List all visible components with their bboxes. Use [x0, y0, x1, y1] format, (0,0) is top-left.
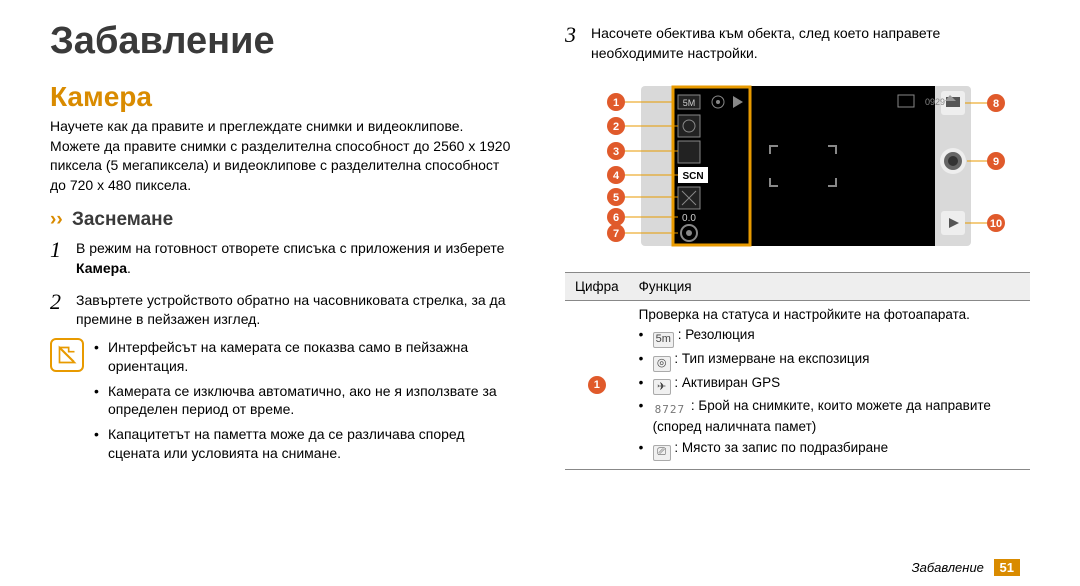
storage-icon: ⎚ — [653, 445, 671, 461]
func-item: 5m : Резолюция — [639, 326, 1020, 348]
chevron-icon: ›› — [50, 209, 63, 230]
func-item: ⎚ : Място за запис по подразбиране — [639, 439, 1020, 461]
func-item: ✈ : Активиран GPS — [639, 374, 1020, 396]
page-footer: Забавление 51 — [50, 559, 1030, 576]
row-intro: Проверка на статуса и настройките на фот… — [639, 307, 1020, 322]
step-2: 2 Завъртете устройството обратно на часо… — [50, 287, 515, 330]
callout-7: 7 — [612, 228, 618, 240]
intro-text: Научете как да правите и преглеждате сни… — [50, 117, 515, 195]
table-row: 1 Проверка на статуса и настройките на ф… — [565, 301, 1030, 469]
step-number: 1 — [50, 235, 68, 278]
note-box: Интерфейсът на камерата се показва само … — [50, 338, 515, 469]
page-number: 51 — [994, 559, 1020, 576]
step-3: 3 Насочете обектива към обекта, след кое… — [565, 20, 1030, 63]
callout-5: 5 — [612, 192, 618, 204]
callout-8: 8 — [992, 98, 998, 110]
resolution-icon: 5m — [653, 332, 674, 348]
camera-ui-diagram: 5M SCN 0.0 — [578, 71, 1018, 264]
metering-icon: ◎ — [653, 356, 671, 372]
callout-3: 3 — [612, 146, 618, 158]
note-item: Камерата се изключва автоматично, ако не… — [94, 382, 505, 420]
callout-9: 9 — [992, 156, 998, 168]
gps-icon: ✈ — [653, 379, 671, 395]
sub-heading: ›› Заснемане — [50, 209, 515, 231]
exposure-value: 0.0 — [682, 213, 696, 224]
note-icon — [50, 338, 84, 372]
table-head-function: Функция — [629, 273, 1030, 301]
sub-heading-text: Заснемане — [72, 209, 173, 230]
row-number-badge: 1 — [588, 376, 606, 394]
step-body: Насочете обектива към обекта, след което… — [591, 20, 1030, 63]
note-item: Интерфейсът на камерата се показва само … — [94, 338, 505, 376]
table-head-number: Цифра — [565, 273, 629, 301]
step-body: В режим на готовност отворете списъка с … — [76, 235, 515, 278]
callout-6: 6 — [612, 212, 618, 224]
step-number: 2 — [50, 287, 68, 330]
callout-4: 4 — [612, 170, 619, 182]
counter-icon: 8727 — [653, 402, 688, 418]
function-table: Цифра Функция 1 Проверка на статуса и на… — [565, 272, 1030, 469]
footer-label: Забавление — [912, 560, 984, 575]
note-item: Капацитетът на паметта може да се различ… — [94, 425, 505, 463]
step-body: Завъртете устройството обратно на часовн… — [76, 287, 515, 330]
func-item: 8727 : Брой на снимките, които можете да… — [639, 397, 1020, 437]
callout-1: 1 — [612, 97, 618, 109]
func-item: ◎ : Тип измерване на експозиция — [639, 350, 1020, 372]
section-heading: Камера — [50, 81, 515, 113]
callout-2: 2 — [612, 121, 618, 133]
page-title: Забавление — [50, 20, 515, 63]
step-1: 1 В режим на готовност отворете списъка … — [50, 235, 515, 278]
callout-10: 10 — [989, 218, 1001, 230]
step-number: 3 — [565, 20, 583, 63]
svg-text:5M: 5M — [682, 98, 695, 108]
scn-label: SCN — [682, 171, 703, 182]
counter-label: 0929 — [925, 97, 945, 107]
